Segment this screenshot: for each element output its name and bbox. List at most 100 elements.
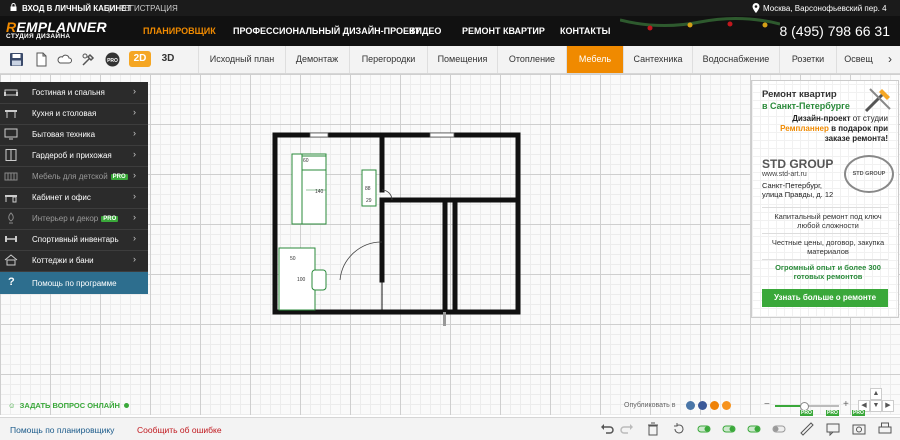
menu-item-kitchen[interactable]: Кухня и столовая ›: [0, 103, 148, 125]
tabs-scroll-right-icon[interactable]: ›: [880, 46, 900, 73]
dumbbell-icon: [5, 236, 17, 242]
menu-item-kids[interactable]: Мебель для детской PRO ›: [0, 166, 148, 188]
chevron-right-icon: ›: [133, 254, 136, 264]
ad-site: www.std-art.ru: [762, 171, 807, 178]
ask-question-online[interactable]: ☺ ЗАДАТЬ ВОПРОС ОНЛАЙН: [8, 401, 129, 410]
phone-number[interactable]: 8 (495) 798 66 31: [779, 23, 890, 39]
pan-down-icon[interactable]: ▼: [870, 400, 882, 412]
menu-item-decor[interactable]: Интерьер и декор PRO ›: [0, 208, 148, 230]
dimension-label: 50: [290, 256, 296, 262]
nav-renovation[interactable]: РЕМОНТ КВАРТИР: [462, 26, 545, 36]
print-icon[interactable]: [878, 422, 892, 436]
zoom-out-button[interactable]: −: [764, 399, 770, 410]
chevron-right-icon: ›: [133, 86, 136, 96]
nav-video[interactable]: ВИДЕО: [409, 26, 441, 36]
help-planner-link[interactable]: Помощь по планировщику: [10, 425, 114, 435]
zoom-slider[interactable]: [775, 402, 839, 411]
rotate-icon[interactable]: [672, 422, 686, 436]
dimension-label: 60: [303, 158, 309, 164]
register-link[interactable]: РЕГИСТРАЦИЯ: [119, 4, 178, 13]
svg-text:PRO: PRO: [107, 58, 118, 64]
nav-contacts[interactable]: КОНТАКТЫ: [560, 26, 610, 36]
pro-badge: PRO: [852, 410, 865, 416]
menu-item-help[interactable]: ? Помощь по программе: [0, 272, 148, 294]
cloud-icon[interactable]: [57, 52, 72, 67]
learn-more-button[interactable]: Узнать больше о ремонте: [762, 289, 888, 307]
remplanner-logo[interactable]: REMPLANNER СТУДИЯ ДИЗАЙНА: [6, 19, 107, 40]
menu-item-sport[interactable]: Спортивный инвентарь ›: [0, 229, 148, 251]
zoom-in-button[interactable]: +: [843, 399, 849, 410]
pro-badge: PRO: [826, 410, 839, 416]
menu-item-office[interactable]: Кабинет и офис ›: [0, 187, 148, 209]
address-text: Москва, Варсонофьевский пер. 4: [763, 4, 887, 13]
ad-feature: Огромный опыт и более 300 готовых ремонт…: [775, 263, 881, 281]
tab-demolition[interactable]: Демонтаж: [285, 46, 350, 73]
window: [429, 132, 455, 138]
tab-plumbing[interactable]: Сантехника: [624, 46, 693, 73]
undo-icon[interactable]: [600, 422, 614, 436]
publish-label: Опубликовать в: [624, 402, 676, 409]
trash-icon[interactable]: [646, 422, 660, 436]
chevron-right-icon: ›: [133, 191, 136, 201]
crib-icon: [4, 172, 18, 181]
dimension-label: 140: [315, 189, 324, 195]
pro-icon[interactable]: PRO: [105, 52, 120, 67]
tab-partitions[interactable]: Перегородки: [350, 46, 428, 73]
login-link[interactable]: ВХОД В ЛИЧНЫЙ КАБИНЕТ: [22, 4, 131, 13]
ad-address: Санкт-Петербург, улица Правды, д. 12: [762, 181, 834, 199]
wardrobe-icon: [5, 149, 17, 161]
tab-lighting[interactable]: Освещ: [837, 46, 881, 73]
menu-label: Коттеджи и бани: [32, 256, 94, 265]
menu-item-living-bedroom[interactable]: Гостиная и спальня ›: [0, 82, 148, 104]
menu-item-cottage[interactable]: Коттеджи и бани ›: [0, 250, 148, 272]
toggle-icon[interactable]: [747, 422, 761, 436]
view-3d-button[interactable]: 3D: [157, 51, 179, 67]
pro-badge: PRO: [800, 410, 813, 416]
odnoklassniki-icon[interactable]: [710, 401, 719, 410]
sofa-icon: [4, 89, 18, 96]
main-navigation: REMPLANNER СТУДИЯ ДИЗАЙНА ПЛАНИРОВЩИК ПР…: [0, 16, 900, 46]
view-2d-button[interactable]: 2D: [129, 51, 151, 67]
measure-icon[interactable]: [800, 422, 814, 436]
menu-item-appliances[interactable]: Бытовая техника ›: [0, 124, 148, 146]
menu-item-wardrobe[interactable]: Гардероб и прихожая ›: [0, 145, 148, 167]
renovation-ad[interactable]: Ремонт квартир в Санкт-Петербурге Дизайн…: [751, 80, 899, 318]
pro-badge: PRO: [110, 174, 128, 180]
comment-icon[interactable]: [826, 422, 840, 436]
door-swing: [339, 241, 383, 281]
tab-rooms[interactable]: Помещения: [428, 46, 498, 73]
menu-label: Гардероб и прихожая: [32, 151, 112, 160]
facebook-icon[interactable]: [698, 401, 707, 410]
location-pin-icon: [752, 3, 760, 13]
pan-right-icon[interactable]: ▶: [882, 400, 894, 412]
tv-icon: [4, 128, 18, 140]
chat-icon: ☺: [8, 401, 16, 410]
open-icon[interactable]: [34, 52, 49, 67]
tab-initial-plan[interactable]: Исходный план: [198, 46, 286, 73]
redo-icon[interactable]: [620, 422, 634, 436]
save-icon[interactable]: [9, 52, 24, 67]
tab-furniture[interactable]: Мебель: [567, 46, 624, 73]
garland-decoration: [620, 16, 780, 31]
tab-heating[interactable]: Отопление: [498, 46, 567, 73]
chevron-right-icon: ›: [133, 107, 136, 117]
house-icon: [4, 254, 18, 266]
lock-icon: [10, 3, 17, 11]
nav-design-project[interactable]: ПРОФЕССИОНАЛЬНЫЙ ДИЗАЙН-ПРОЕКТ: [233, 26, 420, 36]
floor-plan[interactable]: 60 140 88 29 50 100: [270, 130, 525, 330]
tools-icon[interactable]: [81, 52, 96, 67]
ok-share-icon[interactable]: [722, 401, 731, 410]
pan-up-icon[interactable]: ▲: [870, 388, 882, 400]
toggle-icon[interactable]: [697, 422, 711, 436]
report-error-link[interactable]: Сообщить об ошибке: [137, 425, 222, 435]
vk-icon[interactable]: [686, 401, 695, 410]
toggle-icon[interactable]: [772, 422, 786, 436]
tab-water-supply[interactable]: Водоснабжение: [693, 46, 780, 73]
toolbar: PRO 2D 3D Исходный план Демонтаж Перегор…: [0, 46, 900, 74]
toggle-icon[interactable]: [722, 422, 736, 436]
tab-sockets[interactable]: Розетки: [780, 46, 837, 73]
nav-planner[interactable]: ПЛАНИРОВЩИК: [143, 26, 216, 36]
chevron-right-icon: ›: [133, 128, 136, 138]
screenshot-icon[interactable]: [852, 422, 866, 436]
menu-label: Кухня и столовая: [32, 109, 97, 118]
